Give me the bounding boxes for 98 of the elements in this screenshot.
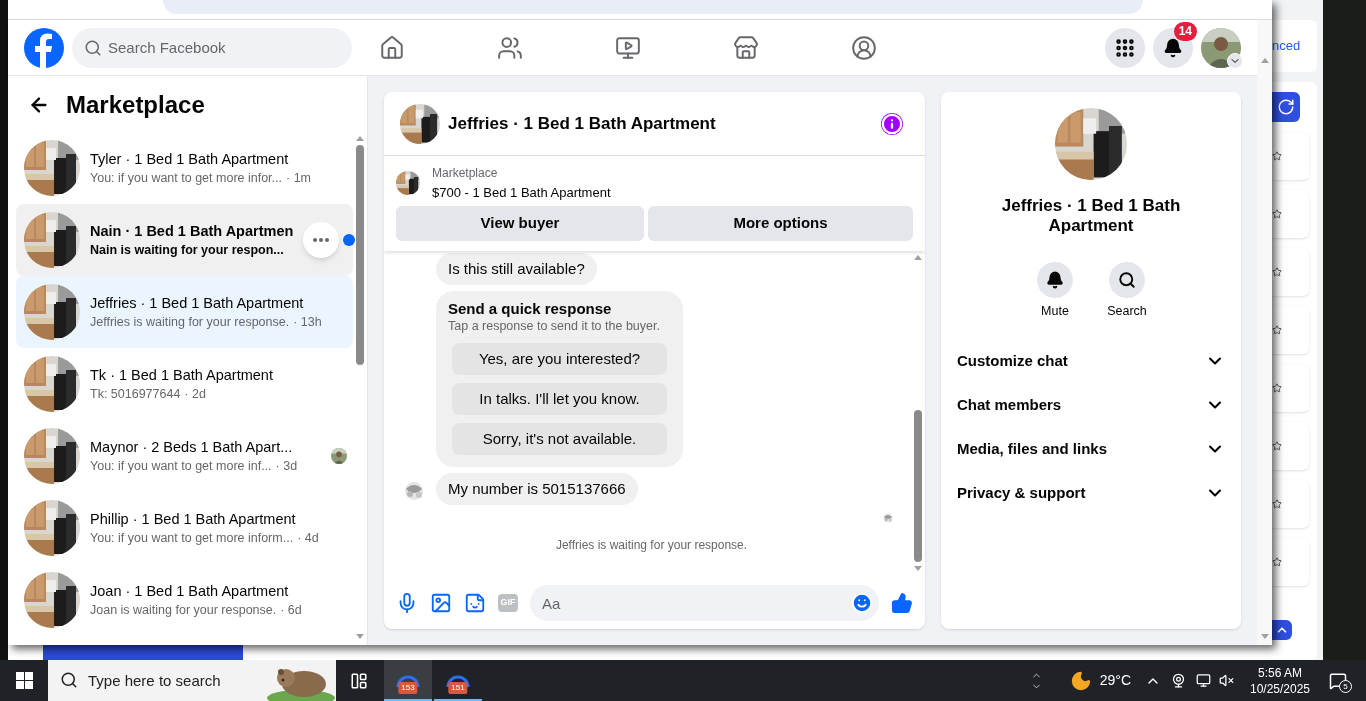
refresh-button[interactable] bbox=[1272, 92, 1300, 122]
quick-response-button[interactable]: Yes, are you interested? bbox=[452, 343, 667, 375]
home-icon[interactable] bbox=[379, 34, 405, 61]
conversation-item[interactable]: Nain · 1 Bed 1 Bath Apartmen Nain is waiting for your respon... bbox=[16, 204, 353, 276]
listing-title: $700 - 1 Bed 1 Bath Apartment bbox=[432, 184, 611, 202]
task-view-icon bbox=[350, 671, 368, 690]
star-icon[interactable] bbox=[1272, 151, 1282, 161]
star-icon[interactable] bbox=[1272, 209, 1282, 219]
bell-icon bbox=[1163, 37, 1183, 58]
star-icon[interactable] bbox=[1272, 557, 1282, 567]
notifications-button[interactable] bbox=[1153, 27, 1193, 68]
groups-icon[interactable] bbox=[851, 34, 877, 61]
action-button[interactable]: Search bbox=[1103, 262, 1151, 321]
app-badge: 151 bbox=[448, 682, 468, 694]
section-header[interactable]: Media, files and links bbox=[949, 426, 1233, 471]
grid-icon bbox=[1114, 36, 1136, 59]
webcam-icon[interactable] bbox=[1171, 673, 1186, 688]
emoji-icon[interactable] bbox=[851, 592, 873, 614]
scroll-down-icon[interactable] bbox=[356, 634, 364, 639]
menu-button[interactable] bbox=[1105, 27, 1145, 68]
app-badge: 153 bbox=[398, 682, 418, 694]
message-time: · 2d bbox=[184, 386, 206, 403]
message-bubble: My number is 5015137666 bbox=[436, 473, 638, 505]
refresh-icon bbox=[1277, 98, 1295, 116]
conversation-title: Maynor · 2 Beds 1 Bath Apart... bbox=[90, 438, 294, 457]
windows-icon bbox=[15, 672, 33, 689]
message-preview: You: if you want to get more infor... bbox=[90, 170, 282, 187]
section-header[interactable]: Customize chat bbox=[949, 338, 1233, 383]
conversation-title: Joan · 1 Bed 1 Bath Apartment bbox=[90, 582, 290, 601]
taskbar-app[interactable]: 151 bbox=[434, 660, 482, 701]
listing-button[interactable]: View buyer bbox=[396, 206, 644, 241]
scroll-up-icon[interactable] bbox=[914, 255, 922, 260]
message-bubble: Is this still available? bbox=[436, 253, 597, 285]
taskbar-search[interactable]: Type here to search bbox=[48, 660, 266, 701]
conversation-title: Nain · 1 Bed 1 Bath Apartmen bbox=[90, 222, 294, 241]
volume-icon[interactable] bbox=[1219, 673, 1234, 688]
message-preview: Joan is waiting for your response. bbox=[90, 602, 277, 619]
message-preview: Jeffries is waiting for your response. bbox=[90, 314, 290, 331]
listing-button[interactable]: More options bbox=[648, 206, 913, 241]
star-icon[interactable] bbox=[1272, 499, 1282, 509]
conversation-item[interactable]: Jeffries · 1 Bed 1 Bath Apartment Jeffries is waiting for your response. · 13h bbox=[16, 276, 353, 348]
section-header[interactable]: Chat members bbox=[949, 382, 1233, 427]
card-title: Send a quick response bbox=[448, 299, 613, 318]
message-preview: Nain is waiting for your respon... bbox=[90, 242, 284, 259]
star-icon[interactable] bbox=[1272, 441, 1282, 451]
network-icon[interactable] bbox=[1196, 673, 1211, 688]
taskbar-app[interactable]: 153 bbox=[384, 660, 432, 701]
more-icon bbox=[313, 238, 330, 242]
message-time: · 13h bbox=[293, 314, 322, 331]
star-icon[interactable] bbox=[1272, 325, 1282, 335]
notification-badge: 5 bbox=[1339, 680, 1352, 693]
message-time: · 4d bbox=[297, 530, 319, 547]
star-icon[interactable] bbox=[1272, 267, 1282, 277]
message-preview: You: if you want to get more inf... bbox=[90, 458, 272, 475]
sidebar-title: Marketplace bbox=[66, 90, 205, 120]
chat-title: Jeffries · 1 Bed 1 Bath Apartment bbox=[448, 112, 716, 135]
like-icon[interactable] bbox=[891, 592, 913, 614]
logo[interactable] bbox=[24, 27, 64, 68]
photo-icon[interactable] bbox=[430, 592, 452, 614]
info-icon[interactable] bbox=[881, 112, 903, 135]
message-time: · 1m bbox=[286, 170, 311, 187]
sticker-icon[interactable] bbox=[464, 592, 486, 614]
conversation-title: Phillip · 1 Bed 1 Bath Apartment bbox=[90, 510, 297, 529]
message-time: · 6d bbox=[280, 602, 302, 619]
message-preview: You: if you want to get more inform... bbox=[90, 530, 294, 547]
quick-response-button[interactable]: Sorry, it's not available. bbox=[452, 423, 667, 455]
scroll-down-icon[interactable] bbox=[914, 566, 922, 571]
scrollbar-thumb[interactable] bbox=[914, 410, 922, 562]
store-icon[interactable] bbox=[733, 34, 759, 61]
notification-badge: 14 bbox=[1173, 21, 1197, 41]
more-button[interactable] bbox=[303, 222, 340, 258]
listing-label: Marketplace bbox=[432, 165, 499, 182]
search-field[interactable]: Search Facebook bbox=[72, 27, 352, 68]
search-icon bbox=[84, 38, 102, 57]
conversation-title: Tk · 1 Bed 1 Bath Apartment bbox=[90, 366, 273, 385]
message-preview: Tk: 5016977644 bbox=[90, 386, 181, 403]
search-icon bbox=[60, 671, 78, 689]
scrollbar-thumb[interactable] bbox=[356, 145, 364, 365]
star-icon[interactable] bbox=[1272, 383, 1282, 393]
message-field[interactable]: Aa bbox=[530, 585, 879, 621]
clock[interactable]: 5:56 AM 10/25/2025 bbox=[1242, 664, 1318, 697]
section-header[interactable]: Privacy & support bbox=[949, 470, 1233, 515]
chat-name: Jeffries · 1 Bed 1 Bath Apartment bbox=[1000, 196, 1182, 236]
message-time: · 3d bbox=[275, 458, 298, 475]
action-button[interactable]: Mute bbox=[1031, 262, 1079, 321]
friends-icon[interactable] bbox=[497, 34, 523, 61]
video-icon[interactable] bbox=[615, 34, 641, 61]
weather-widget[interactable]: 29°C bbox=[1069, 669, 1131, 692]
card-subtitle: Tap a response to send it to the buyer. bbox=[448, 318, 661, 335]
quick-response-button[interactable]: In talks. I'll let you know. bbox=[452, 383, 667, 415]
bell-icon bbox=[1046, 271, 1064, 289]
moon-icon bbox=[1069, 669, 1092, 692]
scroll-up-icon[interactable] bbox=[356, 136, 364, 141]
conversation-title: Jeffries · 1 Bed 1 Bath Apartment bbox=[90, 294, 305, 313]
status-text: Jeffries is waiting for your response. bbox=[554, 537, 749, 553]
search-icon bbox=[1118, 271, 1136, 289]
conversation-title: Tyler · 1 Bed 1 Bath Apartment bbox=[90, 150, 290, 169]
scroll-top-button[interactable] bbox=[1272, 620, 1292, 640]
